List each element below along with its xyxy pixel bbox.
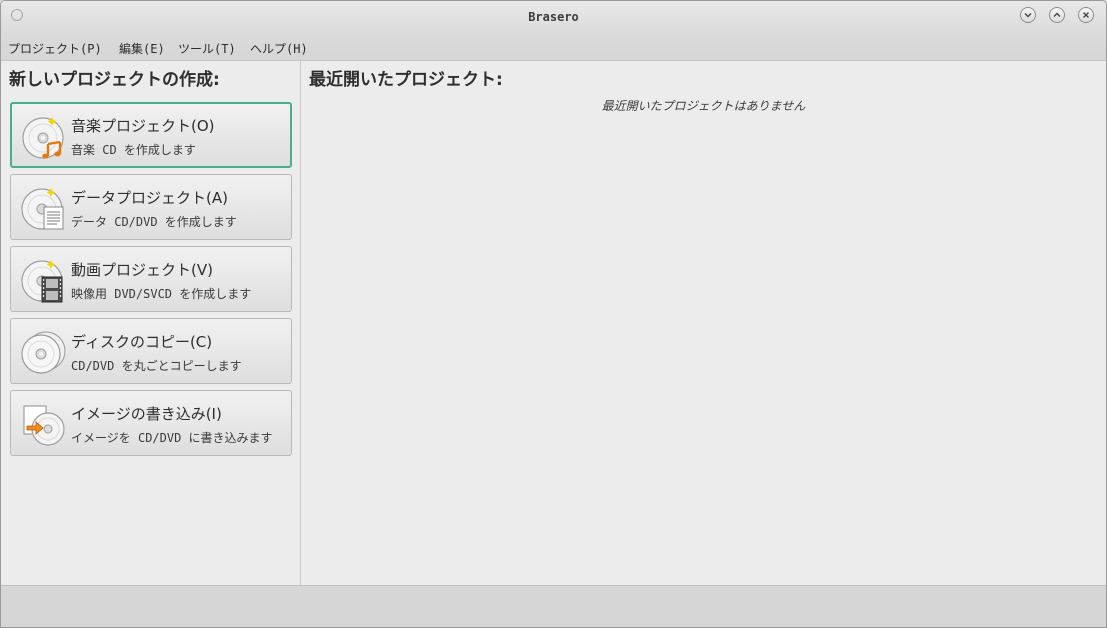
status-bar — [1, 585, 1106, 627]
brasero-window: Brasero プロジェクト(P) 編集(E) ツール(T) ヘルプ(H) 新し… — [0, 0, 1107, 628]
data-disc-icon — [21, 188, 64, 230]
audio-project-button[interactable]: 音楽プロジェクト(O) 音楽 CD を作成します — [10, 102, 292, 168]
recent-projects-heading: 最近開いたプロジェクト: — [309, 70, 503, 90]
new-project-heading: 新しいプロジェクトの作成: — [9, 70, 220, 90]
title-bar[interactable]: Brasero — [1, 1, 1106, 35]
video-project-button[interactable]: 動画プロジェクト(V) 映像用 DVD/SVCD を作成します — [10, 246, 292, 312]
video-disc-icon — [21, 260, 63, 303]
recent-projects-empty-message: 最近開いたプロジェクトはありません — [601, 99, 806, 113]
video-project-description: 映像用 DVD/SVCD を作成します — [71, 287, 252, 301]
close-button[interactable] — [1078, 7, 1094, 23]
disc-copy-description: CD/DVD を丸ごとコピーします — [71, 359, 242, 373]
image-burn-icon — [23, 405, 65, 446]
disc-copy-icon — [21, 331, 66, 374]
audio-project-title: 音楽プロジェクト(O) — [71, 117, 215, 135]
window-title: Brasero — [528, 10, 579, 24]
menu-edit[interactable]: 編集(E) — [119, 40, 165, 57]
menu-project[interactable]: プロジェクト(P) — [8, 40, 102, 57]
minimize-button[interactable] — [1020, 7, 1036, 23]
burn-image-button[interactable]: イメージの書き込み(I) イメージを CD/DVD に書き込みます — [10, 390, 292, 456]
chevron-up-icon — [1053, 12, 1061, 17]
video-project-title: 動画プロジェクト(V) — [71, 261, 213, 279]
data-project-button[interactable]: データプロジェクト(A) データ CD/DVD を作成します — [10, 174, 292, 240]
data-project-title: データプロジェクト(A) — [71, 189, 228, 207]
new-project-pane: 新しいプロジェクトの作成: 音楽プロジェクト(O) 音楽 CD を作成します デ… — [1, 61, 301, 585]
burn-image-title: イメージの書き込み(I) — [71, 405, 222, 423]
chevron-down-icon — [1024, 13, 1032, 18]
burn-image-description: イメージを CD/DVD に書き込みます — [71, 431, 273, 445]
audio-project-description: 音楽 CD を作成します — [71, 143, 196, 157]
recent-projects-pane: 最近開いたプロジェクト: 最近開いたプロジェクトはありません — [301, 61, 1106, 585]
data-project-description: データ CD/DVD を作成します — [71, 215, 237, 229]
disc-copy-button[interactable]: ディスクのコピー(C) CD/DVD を丸ごとコピーします — [10, 318, 292, 384]
menu-help[interactable]: ヘルプ(H) — [250, 40, 308, 57]
close-icon — [1083, 12, 1089, 18]
disc-copy-title: ディスクのコピー(C) — [71, 333, 213, 351]
menu-bar: プロジェクト(P) 編集(E) ツール(T) ヘルプ(H) — [1, 35, 1106, 61]
maximize-button[interactable] — [1049, 7, 1065, 23]
audio-disc-icon — [22, 117, 64, 159]
menu-tools[interactable]: ツール(T) — [178, 40, 236, 57]
